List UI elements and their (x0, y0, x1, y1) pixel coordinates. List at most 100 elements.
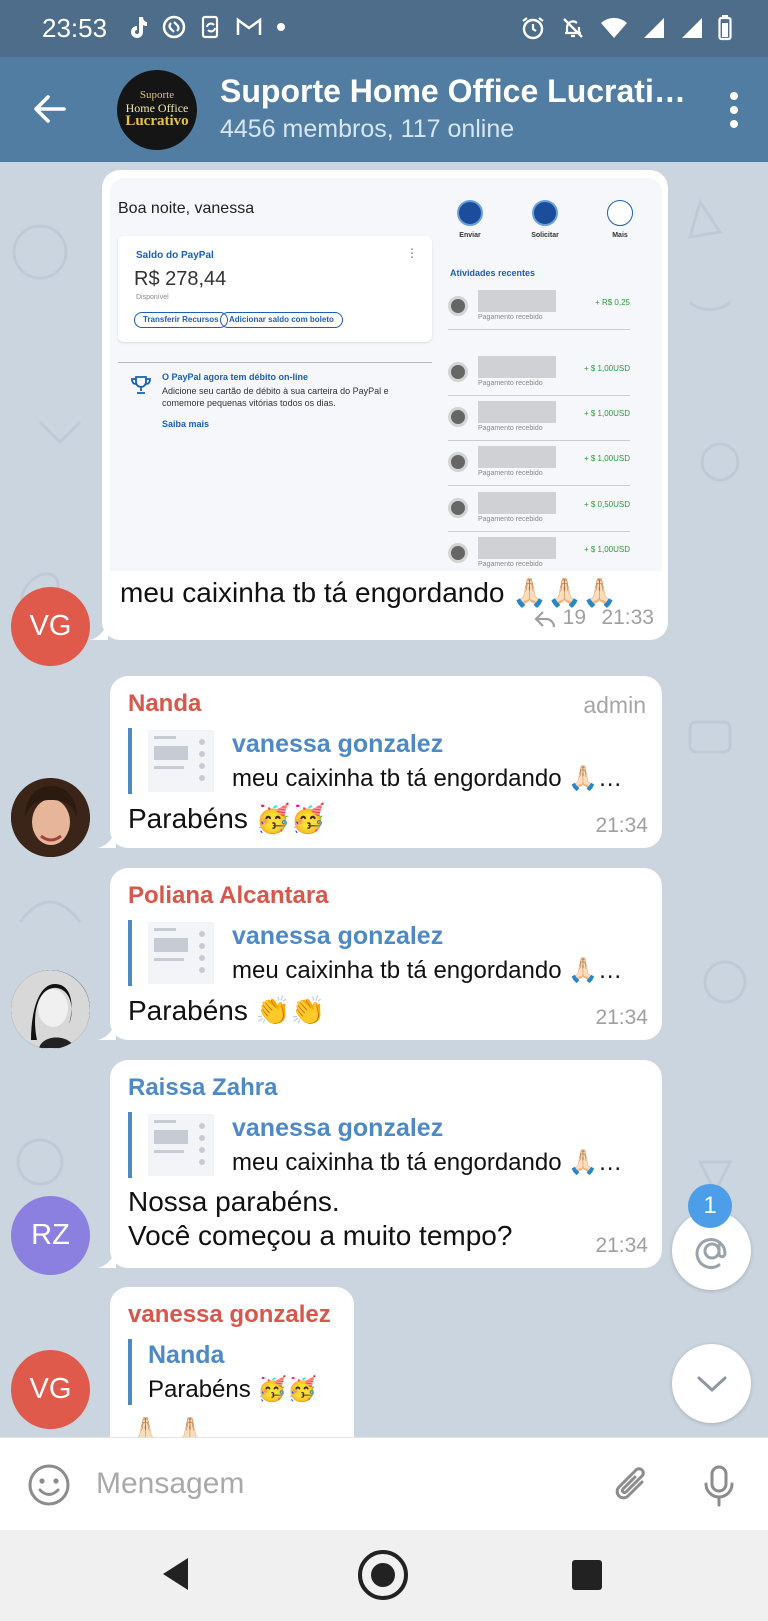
screenshot-activity-row: Pagamento recebido + $ 0,50USD (448, 488, 630, 532)
redacted-name (478, 537, 556, 559)
sender-name[interactable]: Raissa Zahra (128, 1074, 277, 1102)
reply-text: meu caixinha tb tá engordando 🙏🏻… (232, 1149, 623, 1176)
activity-amount: + $ 1,00USD (583, 545, 630, 554)
message-text-line-1: Nossa parabéns. (128, 1186, 340, 1217)
chevron-down-icon (697, 1376, 726, 1391)
bank-icon (448, 498, 468, 518)
bank-icon (448, 543, 468, 563)
bubble-tail (98, 1022, 116, 1040)
reply-arrow-icon[interactable] (534, 610, 556, 628)
scroll-down-button[interactable] (672, 1344, 751, 1423)
paypal-screenshot-image[interactable]: Boa noite, vanessa Saldo do PayPal ⋮ R$ … (110, 178, 662, 571)
gmail-icon (236, 17, 262, 35)
more-horiz-icon (607, 200, 633, 226)
avatar-photo[interactable] (11, 970, 90, 1049)
mention-count-badge[interactable]: 1 (688, 1184, 732, 1228)
nav-recent-icon[interactable] (572, 1560, 602, 1590)
sender-name[interactable]: Nanda (128, 690, 201, 718)
message-text: Parabéns 👏👏 (128, 995, 326, 1026)
screenshot-more-icon: ⋮ (406, 246, 418, 260)
message-bubble[interactable]: Nanda admin vanessa gonzalez meu caixinh… (98, 676, 662, 848)
sync-icon (201, 15, 219, 39)
message-bubble[interactable]: Raissa Zahra vanessa gonzalez meu caixin… (98, 1060, 662, 1268)
notification-icons (128, 15, 286, 39)
avatar[interactable]: VG (11, 1350, 90, 1429)
group-member-count[interactable]: 4456 membros, 117 online (220, 115, 514, 144)
message-bubble[interactable]: Poliana Alcantara vanessa gonzalez meu c… (98, 868, 662, 1040)
avatar[interactable]: VG (11, 587, 90, 666)
message-bubble-image[interactable]: Boa noite, vanessa Saldo do PayPal ⋮ R$ … (90, 170, 668, 640)
bubble-tail (90, 622, 108, 640)
message-text: meu caixinha tb tá engordando 🙏🏻🙏🏻🙏🏻 (120, 577, 617, 608)
screenshot-divider (118, 362, 432, 363)
activity-subtitle: Pagamento recebido (478, 425, 543, 432)
screenshot-promo-text: Adicione seu cartão de débito à sua cart… (162, 386, 389, 408)
activity-subtitle: Pagamento recebido (478, 314, 543, 321)
redacted-name (478, 492, 556, 514)
status-time: 23:53 (42, 13, 108, 43)
chat-header: Suporte Home Office Lucrativo Suporte Ho… (0, 57, 768, 162)
reply-thumbnail (148, 730, 214, 792)
wifi-icon (601, 17, 627, 38)
screenshot-activity-row: Pagamento recebido + $ 1,00USD (448, 442, 630, 486)
message-input[interactable] (96, 1460, 566, 1508)
screenshot-add-pill: Adicionar saldo com boleto (220, 312, 343, 328)
reply-thumbnail (148, 922, 214, 984)
reply-text: Parabéns 🥳🥳 (148, 1376, 318, 1403)
mic-icon[interactable] (702, 1464, 736, 1508)
reply-author: vanessa gonzalez (232, 1114, 444, 1142)
send-money-icon (457, 200, 483, 226)
screenshot-promo-link: Saiba mais (162, 419, 210, 429)
reply-preview[interactable]: vanessa gonzalez meu caixinha tb tá engo… (128, 920, 648, 986)
screenshot-action-send: Enviar (445, 200, 495, 239)
attach-icon[interactable] (612, 1464, 652, 1508)
emoji-icon[interactable] (27, 1463, 71, 1507)
screenshot-action-request-label: Solicitar (531, 232, 559, 239)
message-text-line-2: Você começou a muito tempo? (128, 1220, 513, 1251)
reply-preview[interactable]: Nanda Parabéns 🥳🥳 (128, 1339, 338, 1405)
sender-name[interactable]: vanessa gonzalez (128, 1301, 331, 1329)
reply-text: meu caixinha tb tá engordando 🙏🏻… (232, 957, 623, 984)
screenshot-action-send-label: Enviar (459, 232, 481, 239)
reply-preview[interactable]: vanessa gonzalez meu caixinha tb tá engo… (128, 1112, 648, 1178)
trophy-icon (131, 376, 151, 394)
status-bar: 23:53 (0, 0, 768, 57)
more-vert-icon[interactable] (728, 91, 740, 129)
screenshot-available: Disponível (136, 294, 169, 301)
message-list[interactable]: Boa noite, vanessa Saldo do PayPal ⋮ R$ … (0, 162, 768, 1437)
tiktok-icon (131, 17, 147, 38)
activity-subtitle: Pagamento recebido (478, 380, 543, 387)
nav-home-icon[interactable] (356, 1548, 410, 1602)
group-logo: Suporte Home Office Lucrativo (117, 89, 197, 130)
activity-amount: + $ 1,00USD (583, 454, 630, 463)
screenshot-promo-title: O PayPal agora tem débito on-line (162, 372, 309, 382)
reply-preview[interactable]: vanessa gonzalez meu caixinha tb tá engo… (128, 728, 648, 794)
screenshot-activity-row: Pagamento recebido + $ 1,00USD (448, 533, 630, 571)
message-time: 21:34 (595, 814, 648, 837)
redacted-name (478, 290, 556, 312)
mute-icon (563, 18, 583, 38)
screenshot-activity-row: Pagamento recebido + $ 1,00USD (448, 352, 630, 396)
activity-subtitle: Pagamento recebido (478, 470, 543, 477)
avatar[interactable]: RZ (11, 1196, 90, 1275)
activity-subtitle: Pagamento recebido (478, 561, 543, 568)
bubble-tail (98, 830, 116, 848)
bank-icon (448, 452, 468, 472)
bank-icon (448, 362, 468, 382)
message-composer (0, 1437, 768, 1530)
reply-count[interactable]: 19 (563, 606, 586, 630)
nav-back-icon[interactable] (160, 1556, 192, 1592)
screenshot-greeting: Boa noite, vanessa (118, 200, 255, 217)
activity-amount: + $ 0,50USD (583, 500, 630, 509)
screenshot-activity-row: Pagamento recebido + $ 1,00USD (448, 397, 630, 441)
sender-name[interactable]: Poliana Alcantara (128, 882, 329, 910)
avatar-photo[interactable] (11, 778, 90, 857)
group-title[interactable]: Suporte Home Office Lucrati… (220, 73, 690, 110)
message-bubble[interactable]: vanessa gonzalez Nanda Parabéns 🥳🥳 🙏🏻🙏🏻 (110, 1287, 354, 1437)
redacted-name (478, 446, 556, 468)
reply-author: Nanda (148, 1341, 225, 1369)
back-arrow-icon[interactable] (28, 87, 72, 131)
screenshot-action-request: Solicitar (520, 200, 570, 239)
group-avatar[interactable]: Suporte Home Office Lucrativo (117, 70, 197, 150)
admin-badge: admin (583, 692, 646, 718)
